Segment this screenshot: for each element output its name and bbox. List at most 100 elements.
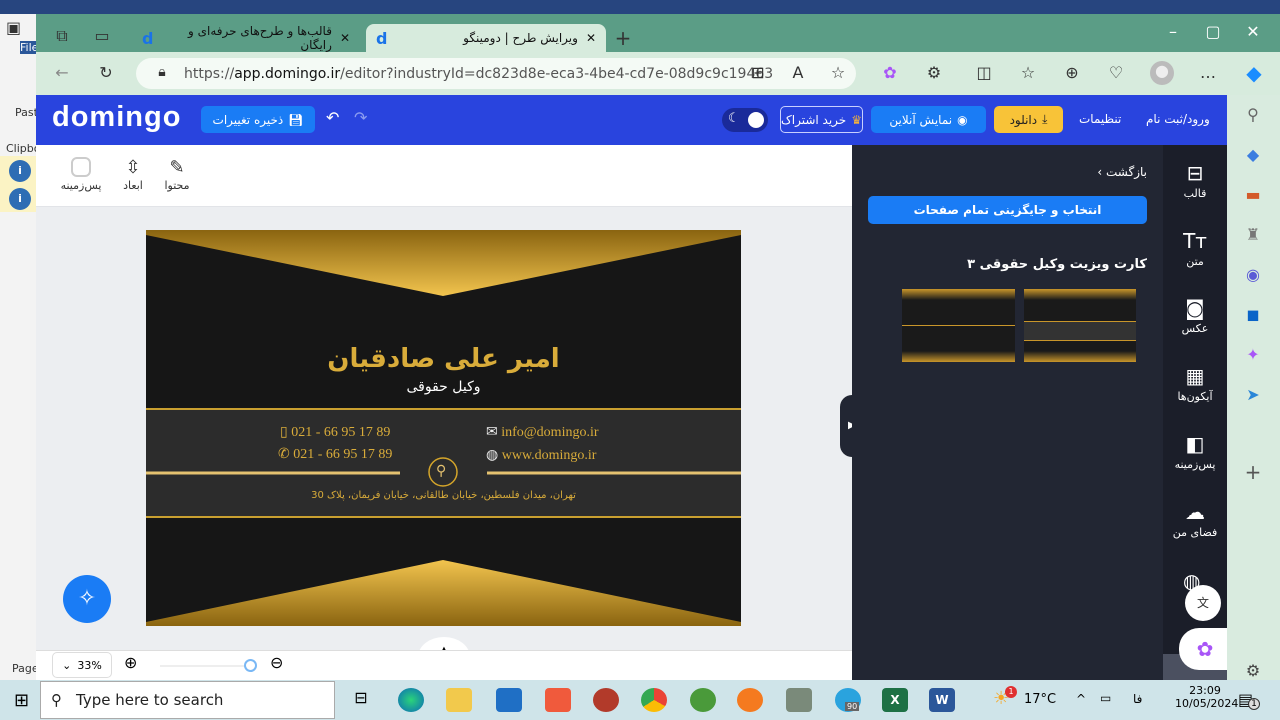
- url-input[interactable]: 🔒︎ https://app.domingo.ir/editor?industr…: [136, 58, 856, 89]
- toolbar-content[interactable]: ✎ محتوا: [160, 157, 194, 192]
- file-tab[interactable]: File: [20, 41, 38, 54]
- c-app-icon[interactable]: [545, 688, 571, 712]
- online-preview-button[interactable]: ◉ نمایش آنلاین: [871, 106, 986, 133]
- profile-avatar[interactable]: ●: [1150, 61, 1174, 85]
- template-thumbnail-back[interactable]: [902, 289, 1015, 362]
- games-icon[interactable]: ♜: [1241, 225, 1265, 244]
- template-thumbnail-front[interactable]: [1024, 289, 1136, 362]
- rail-text[interactable]: Tт متن: [1163, 229, 1227, 268]
- extensions-icon[interactable]: ⚙: [922, 63, 946, 82]
- card-phone1[interactable]: ▯ 021 - 66 95 17 89: [280, 424, 390, 441]
- favorite-star-icon[interactable]: ☆: [826, 63, 850, 82]
- replace-all-pages-button[interactable]: انتخاب و جایگزینی تمام صفحات: [868, 196, 1147, 224]
- collections-icon[interactable]: ⊕: [1060, 63, 1084, 82]
- redo-icon[interactable]: ↷: [354, 108, 367, 127]
- settings-link[interactable]: تنظیمات: [1079, 112, 1121, 126]
- subscribe-button[interactable]: ♛ خرید اشتراک: [780, 106, 863, 133]
- language-indicator[interactable]: فا: [1133, 692, 1142, 706]
- close-window-icon[interactable]: ✕: [1241, 22, 1265, 41]
- card-email[interactable]: ✉ info@domingo.ir: [486, 424, 599, 441]
- app-icon[interactable]: [786, 688, 812, 712]
- tab-templates[interactable]: ✕ قالب‌ها و طرح‌های حرفه‌ای و رایگان d: [132, 24, 360, 52]
- clock[interactable]: 23:09 10/05/2024: [1175, 684, 1238, 710]
- task-view-icon[interactable]: ⊟: [348, 688, 374, 712]
- rail-image[interactable]: ◙ عکس: [1163, 296, 1227, 335]
- excel-icon[interactable]: X: [882, 688, 908, 712]
- designer-icon[interactable]: ✦: [1241, 345, 1265, 364]
- rail-label: فضای من: [1172, 526, 1218, 539]
- microsoft365-icon[interactable]: ◉: [1241, 265, 1265, 284]
- rail-icons[interactable]: ▦ آیکون‌ها: [1163, 364, 1227, 403]
- close-icon[interactable]: ✕: [586, 31, 596, 45]
- search-icon[interactable]: ⚲: [1241, 105, 1265, 124]
- file-explorer-icon[interactable]: [446, 688, 472, 712]
- zoom-slider[interactable]: [160, 659, 257, 672]
- back-icon[interactable]: ←: [50, 63, 74, 82]
- refresh-icon[interactable]: ↻: [94, 63, 118, 82]
- download-button[interactable]: ⤓ دانلود: [994, 106, 1063, 133]
- toolbar-background[interactable]: پس‌زمینه: [58, 157, 104, 192]
- dark-mode-toggle[interactable]: ☾: [722, 108, 768, 132]
- card-address[interactable]: تهران، میدان فلسطین، خیابان طالقانی، خیا…: [146, 490, 741, 501]
- zoom-in-icon[interactable]: ⊕: [124, 653, 137, 672]
- card-phone2[interactable]: ✆ 021 - 66 95 17 89: [278, 446, 392, 463]
- close-icon[interactable]: ✕: [340, 31, 350, 45]
- outlook-icon[interactable]: ◼: [1241, 305, 1265, 324]
- translate-icon[interactable]: ⽂: [1185, 585, 1221, 621]
- rail-my-space[interactable]: ☁ فضای من: [1163, 500, 1227, 539]
- read-aloud-icon[interactable]: A: [786, 63, 810, 82]
- maximize-icon[interactable]: ▢: [1201, 22, 1225, 41]
- ai-brain-button[interactable]: ✿: [1179, 628, 1231, 670]
- favorites-icon[interactable]: ☆: [1016, 63, 1040, 82]
- brain-extension-icon[interactable]: ✿: [878, 63, 902, 82]
- download-manager-icon[interactable]: [690, 688, 716, 712]
- psiphon-icon[interactable]: [593, 688, 619, 712]
- domingo-favicon: d: [142, 28, 154, 48]
- domingo-logo[interactable]: domingo: [52, 101, 181, 134]
- tab-editor[interactable]: ✕ ویرایش طرح | دومینگو d: [366, 24, 606, 52]
- edge-taskbar-icon[interactable]: [398, 688, 424, 712]
- battery-icon[interactable]: ▭: [1100, 691, 1111, 705]
- lock-icon[interactable]: 🔒︎: [150, 64, 174, 80]
- browser-essentials-icon[interactable]: ♡: [1104, 63, 1128, 82]
- telegram-taskbar-icon[interactable]: 90: [835, 688, 861, 712]
- undo-icon[interactable]: ↶: [326, 108, 339, 127]
- taskbar-search[interactable]: ⚲ Type here to search: [40, 681, 335, 719]
- workspaces-icon[interactable]: ⧉: [50, 26, 74, 46]
- rail-template[interactable]: ⊟ قالب: [1163, 161, 1227, 200]
- store-icon[interactable]: [496, 688, 522, 712]
- business-card[interactable]: امیر علی صادقیان وکیل حقوقی ▯ 021 - 66 9…: [146, 230, 741, 626]
- card-name[interactable]: امیر علی صادقیان: [146, 344, 741, 374]
- app-available-icon[interactable]: ⊞: [746, 63, 770, 82]
- card-website[interactable]: ◍ www.domingo.ir: [486, 447, 596, 464]
- zoom-out-icon[interactable]: ⊖: [270, 653, 283, 672]
- windows-start-icon[interactable]: ⊞: [14, 690, 29, 711]
- tools-icon[interactable]: ▬: [1241, 185, 1265, 204]
- vertical-tabs-icon[interactable]: ▭: [90, 26, 114, 45]
- word-icon[interactable]: W: [929, 688, 955, 712]
- zoom-slider-thumb[interactable]: [244, 659, 257, 672]
- chrome-icon[interactable]: [641, 688, 667, 712]
- back-link[interactable]: بازگشت ›: [1097, 165, 1147, 179]
- weather-icon[interactable]: ☀ 1: [993, 686, 1017, 709]
- notifications-icon[interactable]: ▤ 1: [1238, 690, 1260, 710]
- toolbar-dimensions[interactable]: ⇳ ابعاد: [118, 157, 148, 192]
- copilot-icon[interactable]: ◆: [1242, 61, 1266, 85]
- zoom-level-select[interactable]: ⌄ 33%: [52, 652, 112, 678]
- settings-gear-icon[interactable]: ⚙: [1241, 661, 1265, 680]
- firefox-icon[interactable]: [737, 688, 763, 712]
- minimize-icon[interactable]: –: [1161, 22, 1185, 41]
- login-link[interactable]: ورود/ثبت نام: [1146, 112, 1210, 126]
- telegram-icon[interactable]: ➤: [1241, 385, 1265, 404]
- rail-background[interactable]: ◧ پس‌زمینه: [1163, 432, 1227, 471]
- new-tab-icon[interactable]: +: [611, 26, 635, 50]
- magic-wand-button[interactable]: ✧: [63, 575, 111, 623]
- add-icon[interactable]: +: [1241, 460, 1265, 484]
- save-changes-button[interactable]: 💾︎ ذخیره تغییرات: [201, 106, 315, 133]
- more-menu-icon[interactable]: …: [1196, 63, 1220, 82]
- split-screen-icon[interactable]: ◫: [972, 63, 996, 82]
- tray-chevron-icon[interactable]: ^: [1076, 692, 1086, 706]
- zoom-level: 33%: [77, 658, 102, 672]
- card-title[interactable]: وکیل حقوقی: [146, 379, 741, 395]
- shopping-tag-icon[interactable]: ◆: [1241, 145, 1265, 164]
